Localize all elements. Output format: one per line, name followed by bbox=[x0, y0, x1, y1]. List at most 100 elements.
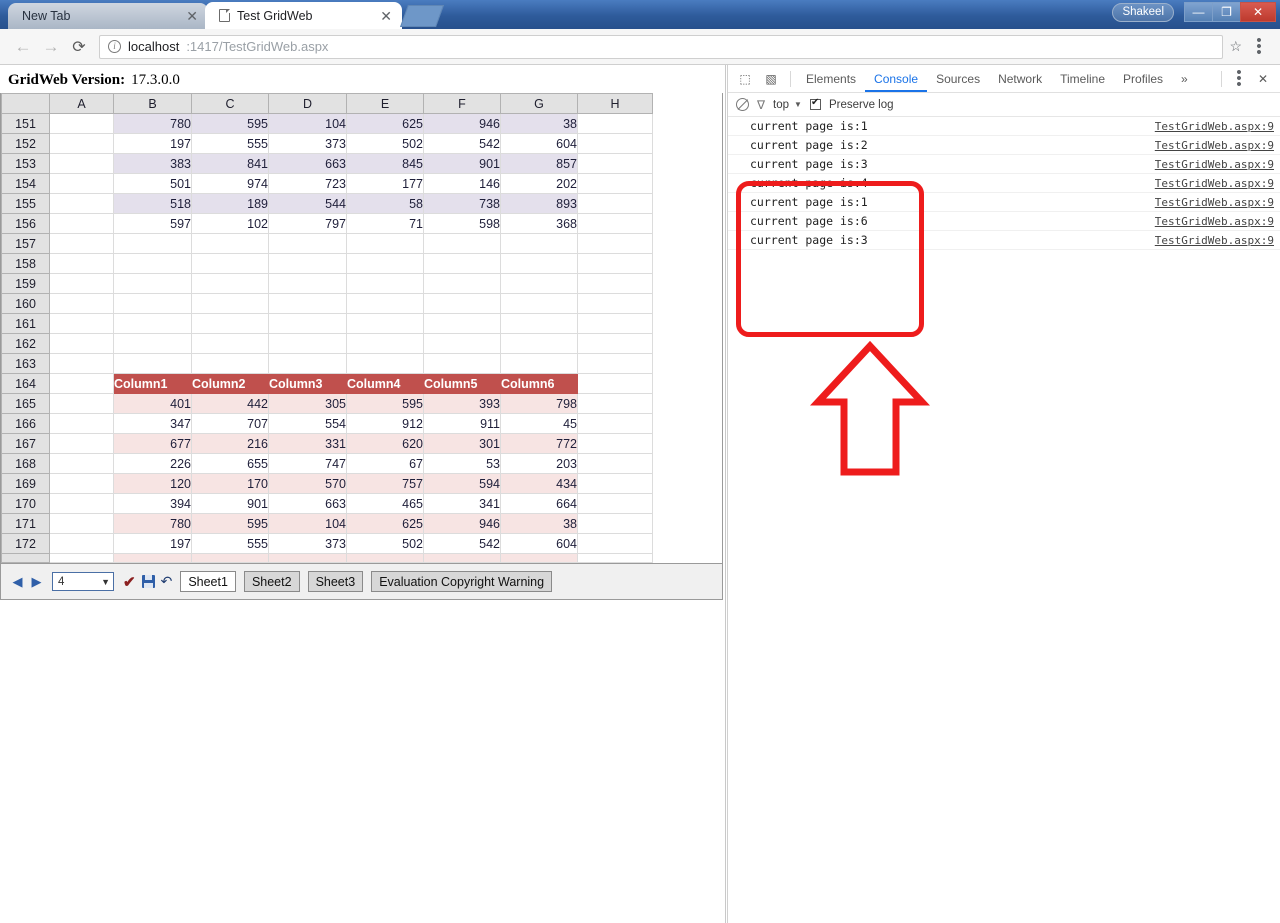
table-row[interactable]: 168 226 655 747 67 53 203 bbox=[1, 453, 653, 474]
console-message-source[interactable]: TestGridWeb.aspx:9 bbox=[1155, 196, 1274, 209]
cell[interactable]: 857 bbox=[500, 153, 578, 174]
cell[interactable] bbox=[49, 393, 114, 414]
forward-icon[interactable]: → bbox=[38, 34, 64, 60]
cell[interactable] bbox=[268, 273, 347, 294]
table-row[interactable]: 153 383 841 663 845 901 857 bbox=[1, 153, 653, 174]
cell[interactable] bbox=[191, 233, 269, 254]
column-header-d[interactable]: D bbox=[268, 93, 347, 114]
cell[interactable] bbox=[49, 333, 114, 354]
cell[interactable]: 170 bbox=[191, 473, 269, 494]
cell[interactable]: 946 bbox=[423, 113, 501, 134]
cell[interactable]: 664 bbox=[500, 493, 578, 514]
table-row[interactable]: 162 bbox=[1, 333, 653, 354]
cell[interactable]: 595 bbox=[346, 393, 424, 414]
cell[interactable]: 946 bbox=[423, 513, 501, 534]
console-message[interactable]: current page is:2 TestGridWeb.aspx:9 bbox=[728, 136, 1280, 155]
table-row[interactable]: 170 394 901 663 465 341 664 bbox=[1, 493, 653, 514]
cell[interactable]: 595 bbox=[191, 513, 269, 534]
cell[interactable]: 465 bbox=[346, 493, 424, 514]
cell[interactable] bbox=[49, 353, 114, 374]
column-header-f[interactable]: F bbox=[423, 93, 501, 114]
cell[interactable]: 604 bbox=[500, 533, 578, 554]
cell[interactable] bbox=[49, 213, 114, 234]
cell[interactable]: 570 bbox=[268, 473, 347, 494]
cell[interactable] bbox=[49, 253, 114, 274]
close-window-button[interactable]: ✕ bbox=[1240, 2, 1276, 22]
row-header[interactable]: 168 bbox=[1, 453, 50, 474]
row-header[interactable]: 163 bbox=[1, 353, 50, 374]
cell[interactable] bbox=[346, 553, 424, 563]
cell[interactable] bbox=[423, 233, 501, 254]
tab-console[interactable]: Console bbox=[865, 65, 927, 92]
table-row[interactable]: 166 347 707 554 912 911 45 bbox=[1, 413, 653, 434]
cell[interactable]: 197 bbox=[113, 533, 192, 554]
console-message-source[interactable]: TestGridWeb.aspx:9 bbox=[1155, 215, 1274, 228]
cell[interactable] bbox=[577, 453, 653, 474]
cell[interactable] bbox=[577, 173, 653, 194]
cell[interactable]: 393 bbox=[423, 393, 501, 414]
cell[interactable] bbox=[49, 133, 114, 154]
table2-column-header[interactable]: Column2 bbox=[191, 373, 269, 394]
column-header-e[interactable]: E bbox=[346, 93, 424, 114]
table-row[interactable]: 157 bbox=[1, 233, 653, 254]
tab-network[interactable]: Network bbox=[989, 65, 1051, 92]
cell[interactable]: 663 bbox=[268, 493, 347, 514]
page-select[interactable]: 4 ▼ bbox=[52, 572, 114, 591]
cell[interactable]: 226 bbox=[113, 453, 192, 474]
cell[interactable]: 58 bbox=[346, 193, 424, 214]
table-row[interactable]: 155 518 189 544 58 738 893 bbox=[1, 193, 653, 214]
back-icon[interactable]: ← bbox=[10, 34, 36, 60]
cell[interactable]: 845 bbox=[346, 153, 424, 174]
cell[interactable] bbox=[577, 273, 653, 294]
cell[interactable]: 677 bbox=[113, 433, 192, 454]
column-header-h[interactable]: H bbox=[577, 93, 653, 114]
table-row[interactable]: 165 401 442 305 595 393 798 bbox=[1, 393, 653, 414]
cell[interactable] bbox=[500, 353, 578, 374]
cell[interactable]: 597 bbox=[113, 213, 192, 234]
cell[interactable] bbox=[268, 253, 347, 274]
cell[interactable] bbox=[500, 553, 578, 563]
cell[interactable]: 841 bbox=[191, 153, 269, 174]
cell[interactable]: 594 bbox=[423, 473, 501, 494]
console-message-source[interactable]: TestGridWeb.aspx:9 bbox=[1155, 177, 1274, 190]
cell[interactable]: 373 bbox=[268, 533, 347, 554]
cell[interactable] bbox=[49, 373, 114, 394]
cell[interactable] bbox=[577, 513, 653, 534]
maximize-button[interactable]: ❐ bbox=[1212, 2, 1240, 22]
cell[interactable] bbox=[191, 313, 269, 334]
cell[interactable] bbox=[346, 333, 424, 354]
cell[interactable]: 772 bbox=[500, 433, 578, 454]
cell[interactable]: 747 bbox=[268, 453, 347, 474]
row-header[interactable]: 157 bbox=[1, 233, 50, 254]
cell[interactable] bbox=[113, 273, 192, 294]
cell[interactable]: 501 bbox=[113, 173, 192, 194]
cell[interactable] bbox=[500, 293, 578, 314]
cell[interactable] bbox=[49, 473, 114, 494]
next-page-button[interactable]: ▶ bbox=[30, 574, 43, 590]
user-profile-button[interactable]: Shakeel bbox=[1112, 2, 1174, 22]
cell[interactable] bbox=[49, 153, 114, 174]
tab-timeline[interactable]: Timeline bbox=[1051, 65, 1114, 92]
row-header[interactable]: 170 bbox=[1, 493, 50, 514]
cell[interactable] bbox=[113, 233, 192, 254]
cell[interactable] bbox=[577, 213, 653, 234]
address-bar[interactable]: i localhost:1417/TestGridWeb.aspx bbox=[99, 34, 1224, 59]
cell[interactable]: 38 bbox=[500, 113, 578, 134]
table-row[interactable]: 172 197 555 373 502 542 604 bbox=[1, 533, 653, 554]
cell[interactable]: 104 bbox=[268, 513, 347, 534]
cell[interactable]: 67 bbox=[346, 453, 424, 474]
table-row[interactable]: 167 677 216 331 620 301 772 bbox=[1, 433, 653, 454]
cell[interactable]: 604 bbox=[500, 133, 578, 154]
cell[interactable] bbox=[191, 333, 269, 354]
cell[interactable] bbox=[49, 553, 114, 563]
cell[interactable]: 442 bbox=[191, 393, 269, 414]
cell[interactable] bbox=[577, 253, 653, 274]
cell[interactable] bbox=[191, 253, 269, 274]
column-header-b[interactable]: B bbox=[113, 93, 192, 114]
save-icon[interactable] bbox=[141, 575, 155, 588]
console-message-source[interactable]: TestGridWeb.aspx:9 bbox=[1155, 234, 1274, 247]
cell[interactable]: 555 bbox=[191, 133, 269, 154]
cell[interactable]: 901 bbox=[191, 493, 269, 514]
cell[interactable] bbox=[423, 353, 501, 374]
table-row[interactable]: 161 bbox=[1, 313, 653, 334]
